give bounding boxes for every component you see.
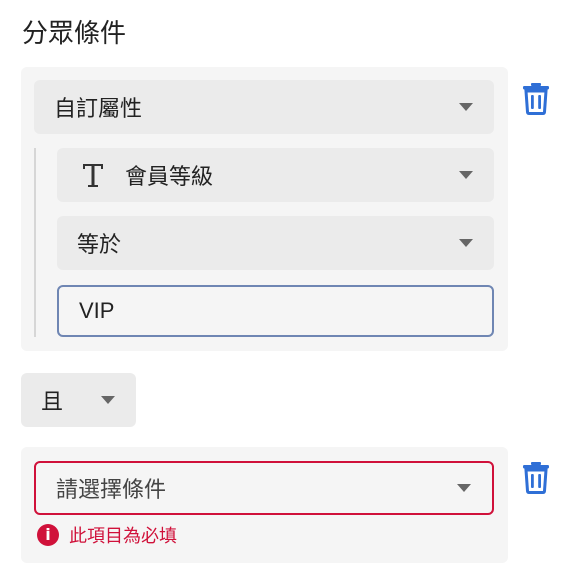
operator-value: 等於 <box>77 233 122 258</box>
logic-operator-select[interactable]: 且 <box>21 373 136 427</box>
field-select[interactable]: 會員等級 <box>57 148 494 202</box>
chevron-down-icon <box>459 103 473 111</box>
nesting-divider <box>34 148 36 337</box>
chevron-down-icon <box>101 396 115 404</box>
section-title: 分眾條件 <box>22 19 127 49</box>
chevron-down-icon <box>459 239 473 247</box>
error-circle-icon: i <box>37 524 59 546</box>
error-message: 此項目為必填 <box>69 526 177 547</box>
attribute-type-value: 自訂屬性 <box>54 97 143 122</box>
trash-icon[interactable] <box>520 460 552 494</box>
text-type-icon <box>83 164 103 187</box>
validation-error: i 此項目為必填 <box>37 522 177 548</box>
operator-select[interactable]: 等於 <box>57 216 494 270</box>
chevron-down-icon <box>457 484 471 492</box>
logic-operator-value: 且 <box>41 390 64 415</box>
trash-icon[interactable] <box>520 81 552 115</box>
condition-select[interactable]: 請選擇條件 <box>34 461 494 515</box>
value-input[interactable]: VIP <box>57 285 494 337</box>
condition-placeholder: 請選擇條件 <box>56 478 167 503</box>
attribute-type-select[interactable]: 自訂屬性 <box>34 80 494 134</box>
chevron-down-icon <box>459 171 473 179</box>
